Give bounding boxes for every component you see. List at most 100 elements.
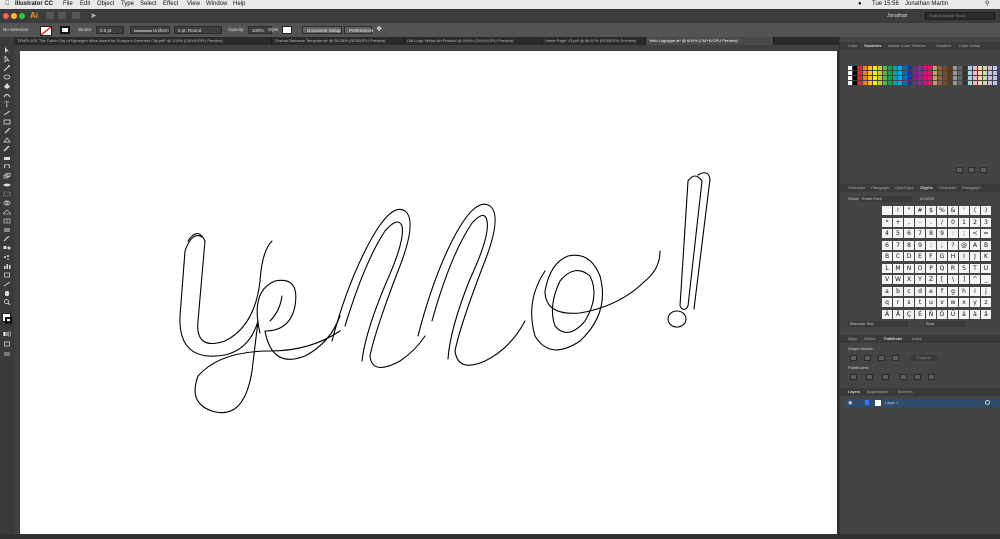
tab-orshon[interactable]: Orshon Behance Template.ai* @ 55.28% (RG…: [272, 37, 404, 45]
zoom-tool-icon[interactable]: [3, 299, 11, 305]
glyph-cell[interactable]: *: [882, 217, 892, 227]
color-swatch[interactable]: [948, 66, 952, 70]
glyph-cell[interactable]: [: [937, 275, 947, 284]
glyph-cell[interactable]: @: [959, 240, 969, 250]
color-swatch[interactable]: [973, 66, 977, 70]
curvature-tool-icon[interactable]: [3, 92, 11, 98]
eraser-tool-icon[interactable]: [3, 155, 11, 161]
glyph-cell[interactable]: 9: [937, 229, 947, 238]
glyph-cell[interactable]: Q: [937, 263, 947, 273]
color-swatch[interactable]: [888, 81, 892, 85]
glyph-cell[interactable]: 2: [970, 217, 980, 227]
color-swatch[interactable]: [913, 76, 917, 80]
color-swatch[interactable]: [993, 66, 997, 70]
color-swatch[interactable]: [948, 76, 952, 80]
glyph-cell[interactable]: Å: [893, 309, 903, 319]
swatches-grid[interactable]: [848, 66, 998, 106]
glyph-cell[interactable]: &: [948, 206, 958, 215]
glyph-cell[interactable]: a: [882, 286, 892, 296]
glyph-cell[interactable]: d: [915, 286, 925, 296]
color-swatch[interactable]: [943, 71, 947, 75]
pencil-tool-icon[interactable]: [3, 146, 11, 152]
color-swatch[interactable]: [903, 81, 907, 85]
color-swatch[interactable]: [953, 71, 957, 75]
color-swatch[interactable]: [893, 81, 897, 85]
glyph-cell[interactable]: B: [882, 252, 892, 261]
glyph-cell[interactable]: Z: [926, 275, 936, 284]
tab-layers[interactable]: Layers: [848, 388, 860, 396]
glyph-cell[interactable]: N: [904, 263, 914, 273]
glyph-cell[interactable]: e: [926, 286, 936, 296]
glyph-cell[interactable]: <: [970, 229, 980, 238]
tab-opentype[interactable]: OpenType: [895, 184, 913, 192]
color-swatch[interactable]: [963, 76, 967, 80]
glyph-cell[interactable]: w: [948, 298, 958, 307]
line-segment-tool-icon[interactable]: [3, 110, 11, 116]
glyph-cell[interactable]: K: [981, 252, 991, 261]
color-swatch[interactable]: [848, 76, 852, 80]
color-swatch[interactable]: [893, 76, 897, 80]
color-swatch[interactable]: [903, 66, 907, 70]
glyph-cell[interactable]: ;: [959, 229, 969, 238]
tab-appearance[interactable]: Appearance: [867, 388, 889, 396]
glyph-cell[interactable]: Ç: [904, 309, 914, 319]
glyph-cell[interactable]: x: [959, 298, 969, 307]
blend-tool-icon[interactable]: [3, 245, 11, 251]
glyph-cell[interactable]: ,: [904, 217, 914, 227]
color-swatch[interactable]: [853, 71, 857, 75]
tab-stroke[interactable]: Stroke: [864, 335, 876, 343]
selection-tool-options-icon[interactable]: ❖: [376, 26, 382, 34]
color-swatch[interactable]: [958, 66, 962, 70]
color-swatch[interactable]: [988, 71, 992, 75]
glyph-cell[interactable]: b: [893, 286, 903, 296]
tab-home-page[interactable]: Home Page V3.pdf @ 66.67% (RGB/GPU Previ…: [542, 37, 646, 45]
tab-color[interactable]: Color: [848, 42, 858, 50]
menu-help[interactable]: Help: [233, 0, 245, 9]
color-swatch[interactable]: [868, 81, 872, 85]
glyph-cell[interactable]: S: [959, 263, 969, 273]
tab-adobe-color-themes[interactable]: Adobe Color Themes: [888, 42, 926, 50]
color-swatch[interactable]: [978, 66, 982, 70]
color-mode-icon[interactable]: [3, 331, 11, 337]
color-swatch[interactable]: [878, 76, 882, 80]
drawing-mode-icon[interactable]: [3, 341, 11, 347]
paintbrush-tool-icon[interactable]: [3, 128, 11, 134]
glyph-cell[interactable]: q: [882, 298, 892, 307]
glyph-cell[interactable]: g: [948, 286, 958, 296]
color-swatch[interactable]: [853, 81, 857, 85]
color-swatch[interactable]: [968, 81, 972, 85]
color-swatch[interactable]: [993, 71, 997, 75]
color-swatch[interactable]: [873, 76, 877, 80]
color-swatch[interactable]: [978, 71, 982, 75]
glyph-cell[interactable]: (: [970, 206, 980, 215]
color-swatch[interactable]: [988, 66, 992, 70]
glyph-cell[interactable]: E: [915, 252, 925, 261]
color-swatch[interactable]: [898, 71, 902, 75]
color-swatch[interactable]: [848, 71, 852, 75]
glyph-cell[interactable]: Y: [915, 275, 925, 284]
tab-swatches[interactable]: Swatches: [864, 42, 881, 50]
glyph-cell[interactable]: r: [893, 298, 903, 307]
glyph-cell[interactable]: Ä: [882, 309, 892, 319]
tab-character[interactable]: Character: [848, 184, 866, 192]
glyph-cell[interactable]: F: [926, 252, 936, 261]
glyphs-show-select[interactable]: Entire Font: [860, 196, 912, 202]
color-swatch[interactable]: [943, 81, 947, 85]
close-window-button[interactable]: [3, 13, 9, 19]
glyph-cell[interactable]: É: [915, 309, 925, 319]
layer-target-icon[interactable]: [985, 400, 990, 405]
color-swatch[interactable]: [938, 81, 942, 85]
glyph-cell[interactable]: Ü: [948, 309, 958, 319]
glyph-cell[interactable]: +: [893, 217, 903, 227]
color-swatch[interactable]: [913, 66, 917, 70]
glyph-cell[interactable]: ': [959, 206, 969, 215]
color-swatch[interactable]: [878, 66, 882, 70]
glyph-cell[interactable]: J: [970, 252, 980, 261]
color-swatch[interactable]: [863, 81, 867, 85]
color-swatch[interactable]: [883, 81, 887, 85]
glyph-cell[interactable]: .: [926, 217, 936, 227]
tab-yello-logotype[interactable]: Yello Logotype.ai* @ 600% (CMYK/GPU Prev…: [646, 37, 774, 45]
glyph-cell[interactable]: $: [926, 206, 936, 215]
color-swatch[interactable]: [963, 71, 967, 75]
color-swatch[interactable]: [863, 76, 867, 80]
